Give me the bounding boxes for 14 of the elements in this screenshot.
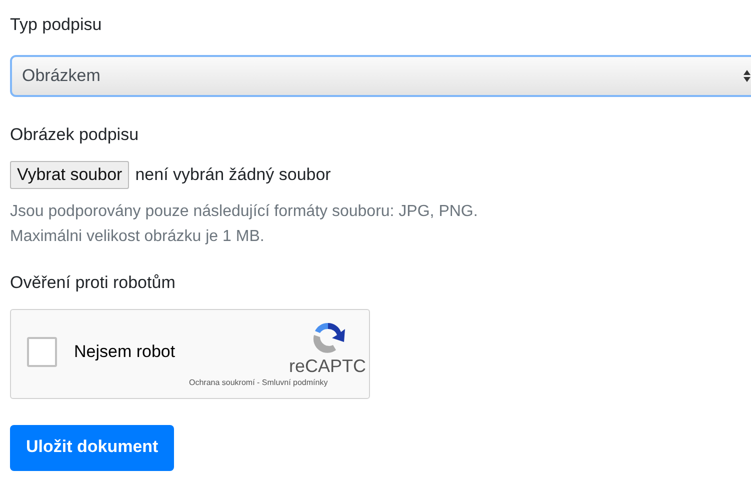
type-select[interactable]: Obrázkem — [10, 55, 751, 97]
field-label: Ověření proti robotům — [10, 272, 176, 294]
help-text: Jsou podporovány pouze následující formáty souboru: JPG, PNG. — [10, 202, 479, 222]
help-text: Maximálni velikost obrázku je 1 MB. — [10, 227, 266, 247]
captcha-links[interactable]: Ochrana soukromí - Smluvní podmínky — [189, 378, 328, 387]
checkbox-label: Nejsem robot — [74, 342, 176, 362]
updown-icon — [743, 69, 751, 83]
save-button[interactable]: Uložit dokument — [10, 425, 174, 471]
file-status: není vybrán žádný soubor — [135, 165, 331, 185]
field-label: Typ podpisu — [10, 14, 103, 36]
field-label: Obrázek podpisu — [10, 124, 140, 146]
brand-text: reCAPTC — [289, 356, 366, 376]
robot-checkbox[interactable] — [27, 337, 57, 367]
choose-file-button[interactable]: Vybrat soubor — [10, 161, 130, 189]
